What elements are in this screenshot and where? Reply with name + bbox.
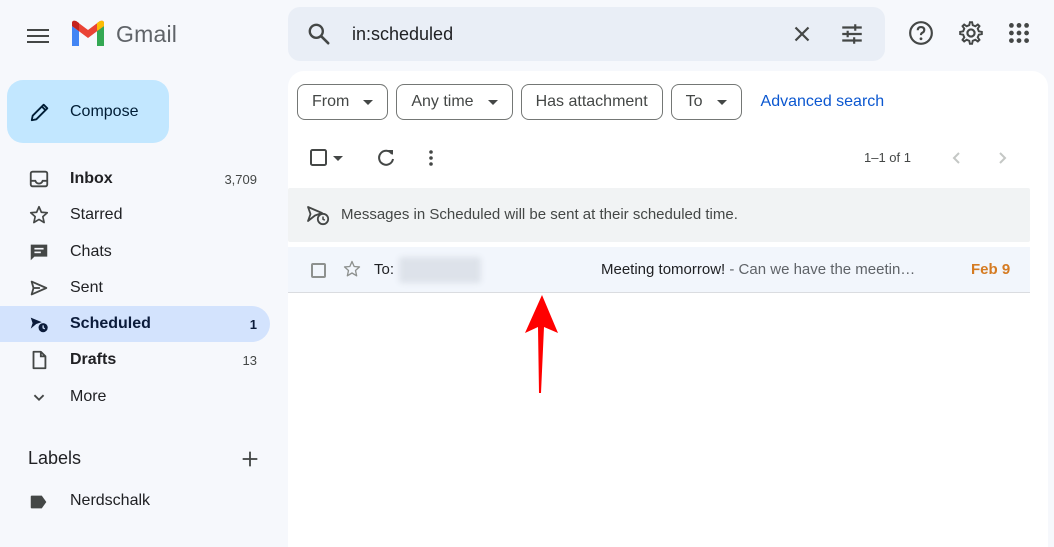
recipient-prefix: To: xyxy=(374,261,395,278)
gmail-m-icon xyxy=(72,20,104,46)
main-menu-button[interactable] xyxy=(22,20,54,52)
sidebar-item-chats[interactable]: Chats xyxy=(0,234,270,270)
sidebar-item-label: Drafts xyxy=(70,351,117,369)
annotation-arrow-icon xyxy=(525,295,558,393)
apps-grid-icon[interactable] xyxy=(1006,20,1032,46)
search-filter-chips: From Any time Has attachment To Advanced… xyxy=(297,84,884,120)
scheduled-send-icon xyxy=(30,317,48,333)
list-toolbar: 1–1 of 1 xyxy=(308,143,1038,173)
scheduled-send-icon xyxy=(307,206,330,226)
sidebar-item-label: Chats xyxy=(70,242,112,260)
refresh-icon[interactable] xyxy=(374,146,398,170)
has-attachment-filter-chip[interactable]: Has attachment xyxy=(520,84,663,120)
send-icon xyxy=(30,280,48,296)
label-icon xyxy=(30,495,47,509)
unread-count: 3,709 xyxy=(224,171,257,187)
label-item-nerdschalk[interactable]: Nerdschalk xyxy=(0,484,270,520)
redacted-recipient xyxy=(399,257,481,283)
main-panel: From Any time Has attachment To Advanced… xyxy=(288,71,1048,547)
row-checkbox[interactable] xyxy=(311,263,326,278)
dropdown-arrow-icon xyxy=(363,99,374,105)
top-bar: Gmail xyxy=(0,0,1054,70)
dropdown-arrow-icon xyxy=(716,99,727,105)
chevron-right-icon[interactable] xyxy=(990,146,1014,170)
chevron-down-icon xyxy=(33,394,45,401)
inbox-icon xyxy=(29,170,49,188)
sidebar-item-label: More xyxy=(70,387,107,405)
sidebar-item-more[interactable]: More xyxy=(0,379,270,415)
caret-down-icon[interactable] xyxy=(330,146,346,170)
sidebar-item-inbox[interactable]: Inbox 3,709 xyxy=(0,161,270,197)
star-icon xyxy=(29,206,49,224)
sidebar-item-drafts[interactable]: Drafts 13 xyxy=(0,342,270,378)
advanced-search-link[interactable]: Advanced search xyxy=(761,93,885,111)
sidebar-item-sent[interactable]: Sent xyxy=(0,270,270,306)
sidebar-item-label: Inbox xyxy=(70,170,113,187)
drafts-count: 13 xyxy=(242,352,257,368)
chevron-left-icon[interactable] xyxy=(945,146,969,170)
close-icon[interactable] xyxy=(789,21,815,47)
chip-label: Any time xyxy=(411,93,474,110)
compose-button[interactable]: Compose xyxy=(7,80,169,143)
chip-label: From xyxy=(312,93,350,110)
label-name: Nerdschalk xyxy=(70,492,151,509)
to-filter-chip[interactable]: To xyxy=(670,84,742,120)
compose-label: Compose xyxy=(70,102,139,120)
search-icon[interactable] xyxy=(306,21,332,47)
help-icon[interactable] xyxy=(908,20,934,46)
labels-header: Labels xyxy=(28,448,82,468)
sidebar-item-label: Scheduled xyxy=(70,315,151,333)
chip-label: Has attachment xyxy=(535,93,648,110)
any-time-filter-chip[interactable]: Any time xyxy=(396,84,513,120)
banner-text: Messages in Scheduled will be sent at th… xyxy=(341,206,738,223)
scheduled-info-banner: Messages in Scheduled will be sent at th… xyxy=(288,188,1030,242)
tune-icon[interactable] xyxy=(839,21,865,47)
more-vert-icon[interactable] xyxy=(419,146,443,170)
search-input[interactable] xyxy=(352,20,772,48)
email-subject: Meeting tomorrow! xyxy=(601,261,726,278)
pagination-info: 1–1 of 1 xyxy=(864,150,911,165)
sidebar-nav: Inbox 3,709 Starred Chats Sent Scheduled… xyxy=(0,161,270,415)
chat-icon xyxy=(30,244,48,260)
email-subject-snippet: Meeting tomorrow! - Can we have the meet… xyxy=(601,261,915,278)
draft-icon xyxy=(32,351,47,370)
gmail-wordmark: Gmail xyxy=(116,20,178,47)
email-row[interactable]: To: Meeting tomorrow! - Can we have the … xyxy=(288,247,1030,293)
dropdown-arrow-icon xyxy=(487,99,498,105)
sidebar-item-label: Starred xyxy=(70,206,123,224)
sidebar-item-label: Sent xyxy=(70,278,103,296)
search-bar[interactable] xyxy=(288,7,885,61)
chip-label: To xyxy=(685,93,703,110)
hamburger-menu-icon xyxy=(27,29,49,43)
gmail-logo[interactable]: Gmail xyxy=(70,20,177,48)
scheduled-count: 1 xyxy=(249,316,257,332)
pencil-icon xyxy=(30,103,49,121)
sidebar-item-starred[interactable]: Starred xyxy=(0,197,270,233)
select-all-checkbox[interactable] xyxy=(308,146,332,170)
scheduled-date: Feb 9 xyxy=(971,261,1011,278)
gear-icon[interactable] xyxy=(958,20,984,46)
plus-icon[interactable] xyxy=(239,448,261,470)
star-icon[interactable] xyxy=(342,259,362,279)
email-snippet: - Can we have the meetin… xyxy=(725,261,916,278)
sidebar-item-scheduled[interactable]: Scheduled 1 xyxy=(0,306,270,343)
from-filter-chip[interactable]: From xyxy=(297,84,389,120)
